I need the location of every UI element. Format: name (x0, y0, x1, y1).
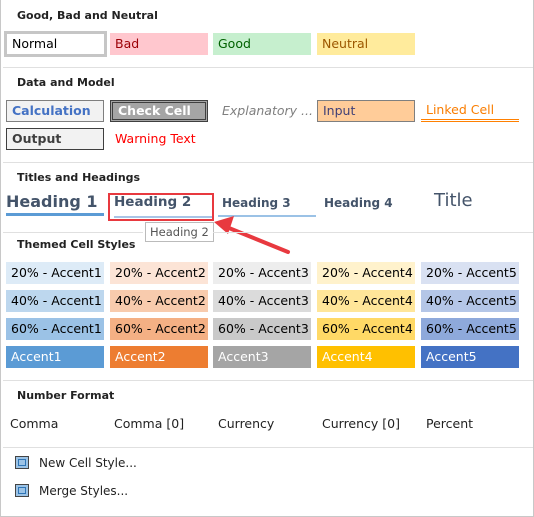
style-normal[interactable]: Normal (4, 31, 107, 57)
style-themed-4-4[interactable]: Accent4 (317, 346, 415, 368)
highlight-box (108, 193, 214, 221)
style-currency[interactable]: Currency (218, 416, 274, 431)
style-themed-4-2[interactable]: Accent2 (110, 346, 208, 368)
style-themed-3-5[interactable]: 60% - Accent5 (421, 318, 519, 340)
divider (3, 162, 533, 163)
style-themed-1-1[interactable]: 20% - Accent1 (6, 262, 104, 284)
cell-styles-gallery: Good, Bad and Neutral Normal Bad Good Ne… (0, 0, 534, 517)
new-cell-style-icon (15, 456, 29, 469)
section-number-format: Number Format (17, 389, 115, 402)
new-cell-style-link[interactable]: New Cell Style... (39, 456, 137, 470)
section-titles-headings: Titles and Headings (17, 171, 141, 184)
style-themed-2-2[interactable]: 40% - Accent2 (110, 290, 208, 312)
style-themed-1-4[interactable]: 20% - Accent4 (317, 262, 415, 284)
style-neutral[interactable]: Neutral (317, 33, 415, 55)
section-themed-cell-styles: Themed Cell Styles (17, 238, 136, 251)
style-themed-2-4[interactable]: 40% - Accent4 (317, 290, 415, 312)
style-themed-3-2[interactable]: 60% - Accent2 (110, 318, 208, 340)
style-comma-0[interactable]: Comma [0] (114, 416, 184, 431)
style-themed-4-5[interactable]: Accent5 (421, 346, 519, 368)
style-output[interactable]: Output (6, 128, 104, 150)
style-themed-4-1[interactable]: Accent1 (6, 346, 104, 368)
style-bad[interactable]: Bad (110, 33, 208, 55)
style-themed-4-3[interactable]: Accent3 (213, 346, 311, 368)
merge-styles-icon (15, 484, 29, 497)
style-themed-2-5[interactable]: 40% - Accent5 (421, 290, 519, 312)
style-heading-1[interactable]: Heading 1 (6, 192, 104, 216)
style-explanatory[interactable]: Explanatory ... (217, 100, 315, 122)
style-calculation[interactable]: Calculation (6, 100, 104, 122)
style-good[interactable]: Good (213, 33, 311, 55)
divider (3, 447, 533, 448)
style-themed-1-2[interactable]: 20% - Accent2 (110, 262, 208, 284)
style-themed-3-3[interactable]: 60% - Accent3 (213, 318, 311, 340)
section-good-bad-neutral: Good, Bad and Neutral (17, 9, 158, 22)
style-themed-2-3[interactable]: 40% - Accent3 (213, 290, 311, 312)
divider (3, 232, 143, 233)
style-linked-cell[interactable]: Linked Cell (421, 100, 519, 122)
style-title[interactable]: Title (434, 190, 532, 214)
style-warning-text[interactable]: Warning Text (110, 128, 208, 150)
divider (3, 380, 533, 381)
style-themed-1-3[interactable]: 20% - Accent3 (213, 262, 311, 284)
style-themed-3-4[interactable]: 60% - Accent4 (317, 318, 415, 340)
style-input[interactable]: Input (317, 100, 415, 122)
divider (213, 232, 533, 233)
style-percent[interactable]: Percent (426, 416, 473, 431)
style-check-cell[interactable]: Check Cell (110, 100, 208, 122)
style-currency-0[interactable]: Currency [0] (322, 416, 400, 431)
merge-styles-link[interactable]: Merge Styles... (39, 484, 128, 498)
tooltip: Heading 2 (145, 222, 214, 242)
style-themed-3-1[interactable]: 60% - Accent1 (6, 318, 104, 340)
style-comma[interactable]: Comma (10, 416, 58, 431)
section-data-model: Data and Model (17, 76, 115, 89)
style-themed-2-1[interactable]: 40% - Accent1 (6, 290, 104, 312)
arrow-annotation-icon (214, 216, 290, 254)
style-heading-4[interactable]: Heading 4 (324, 196, 422, 217)
divider (3, 67, 533, 68)
style-themed-1-5[interactable]: 20% - Accent5 (421, 262, 519, 284)
